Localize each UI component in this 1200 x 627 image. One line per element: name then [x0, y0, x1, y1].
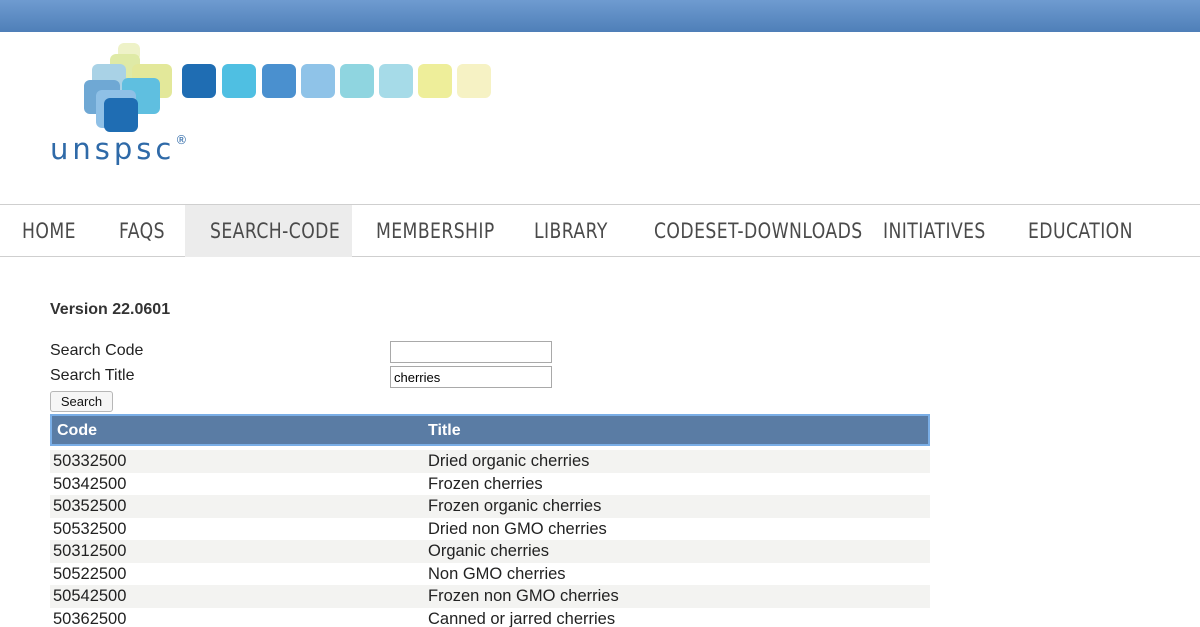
nav-initiatives[interactable]: INITIATIVES [883, 205, 986, 257]
code-cell: 50312500 [53, 542, 127, 560]
code-cell: 50522500 [53, 564, 127, 583]
table-row[interactable]: 50362500 Canned or jarred cherries [50, 608, 930, 627]
code-cell: 50352500 [53, 497, 127, 515]
nav-library[interactable]: LIBRARY [534, 205, 608, 257]
search-code-label: Search Code [50, 342, 144, 359]
code-cell: 50332500 [53, 452, 127, 470]
nav-search-code[interactable]: SEARCH-CODE [210, 205, 340, 257]
main-nav: HOME FAQS SEARCH-CODE MEMBERSHIP LIBRARY… [0, 204, 1200, 257]
version-label: Version 22.0601 [50, 301, 171, 318]
search-code-input[interactable] [390, 341, 552, 363]
nav-home[interactable]: HOME [22, 205, 76, 257]
nav-faqs[interactable]: FAQS [119, 205, 165, 257]
code-cell: 50362500 [53, 609, 127, 627]
nav-codeset-downloads[interactable]: CODESET-DOWNLOADS [654, 205, 863, 257]
table-row[interactable]: 50332500 Dried organic cherries [50, 450, 930, 473]
logo-square [457, 64, 491, 98]
search-title-input[interactable] [390, 366, 552, 388]
table-header: Code Title [50, 414, 930, 446]
title-cell: Frozen non GMO cherries [428, 587, 619, 605]
nav-education[interactable]: EDUCATION [1028, 205, 1133, 257]
search-title-label: Search Title [50, 367, 135, 384]
top-banner-bar [0, 0, 1200, 32]
logo-square [222, 64, 256, 98]
title-cell: Dried organic cherries [428, 452, 590, 470]
column-header-title: Title [428, 422, 461, 439]
logo-square [379, 64, 413, 98]
table-row[interactable]: 50522500 Non GMO cherries [50, 563, 930, 586]
code-cell: 50542500 [53, 587, 127, 605]
logo-square [301, 64, 335, 98]
title-cell: Frozen cherries [428, 474, 543, 493]
title-cell: Non GMO cherries [428, 564, 566, 583]
logo-square [182, 64, 216, 98]
logo-square [340, 64, 374, 98]
title-cell: Dried non GMO cherries [428, 519, 607, 538]
title-cell: Frozen organic cherries [428, 497, 602, 515]
unspsc-logo[interactable]: unspsc® [48, 40, 508, 175]
code-cell: 50342500 [53, 474, 127, 493]
search-button[interactable]: Search [50, 391, 113, 412]
table-row[interactable]: 50352500 Frozen organic cherries [50, 495, 930, 518]
table-row[interactable]: 50532500 Dried non GMO cherries [50, 518, 930, 541]
table-row[interactable]: 50542500 Frozen non GMO cherries [50, 585, 930, 608]
logo-square [104, 98, 138, 132]
logo-square [262, 64, 296, 98]
nav-membership[interactable]: MEMBERSHIP [376, 205, 495, 257]
logo-square [418, 64, 452, 98]
title-cell: Organic cherries [428, 542, 550, 560]
table-row[interactable]: 50312500 Organic cherries [50, 540, 930, 563]
logo-wordmark: unspsc® [50, 132, 188, 166]
title-cell: Canned or jarred cherries [428, 609, 616, 627]
results-table: Code Title 50332500 Dried organic cherri… [50, 414, 930, 627]
column-header-code: Code [57, 422, 97, 439]
code-cell: 50532500 [53, 519, 127, 538]
table-row[interactable]: 50342500 Frozen cherries [50, 473, 930, 496]
